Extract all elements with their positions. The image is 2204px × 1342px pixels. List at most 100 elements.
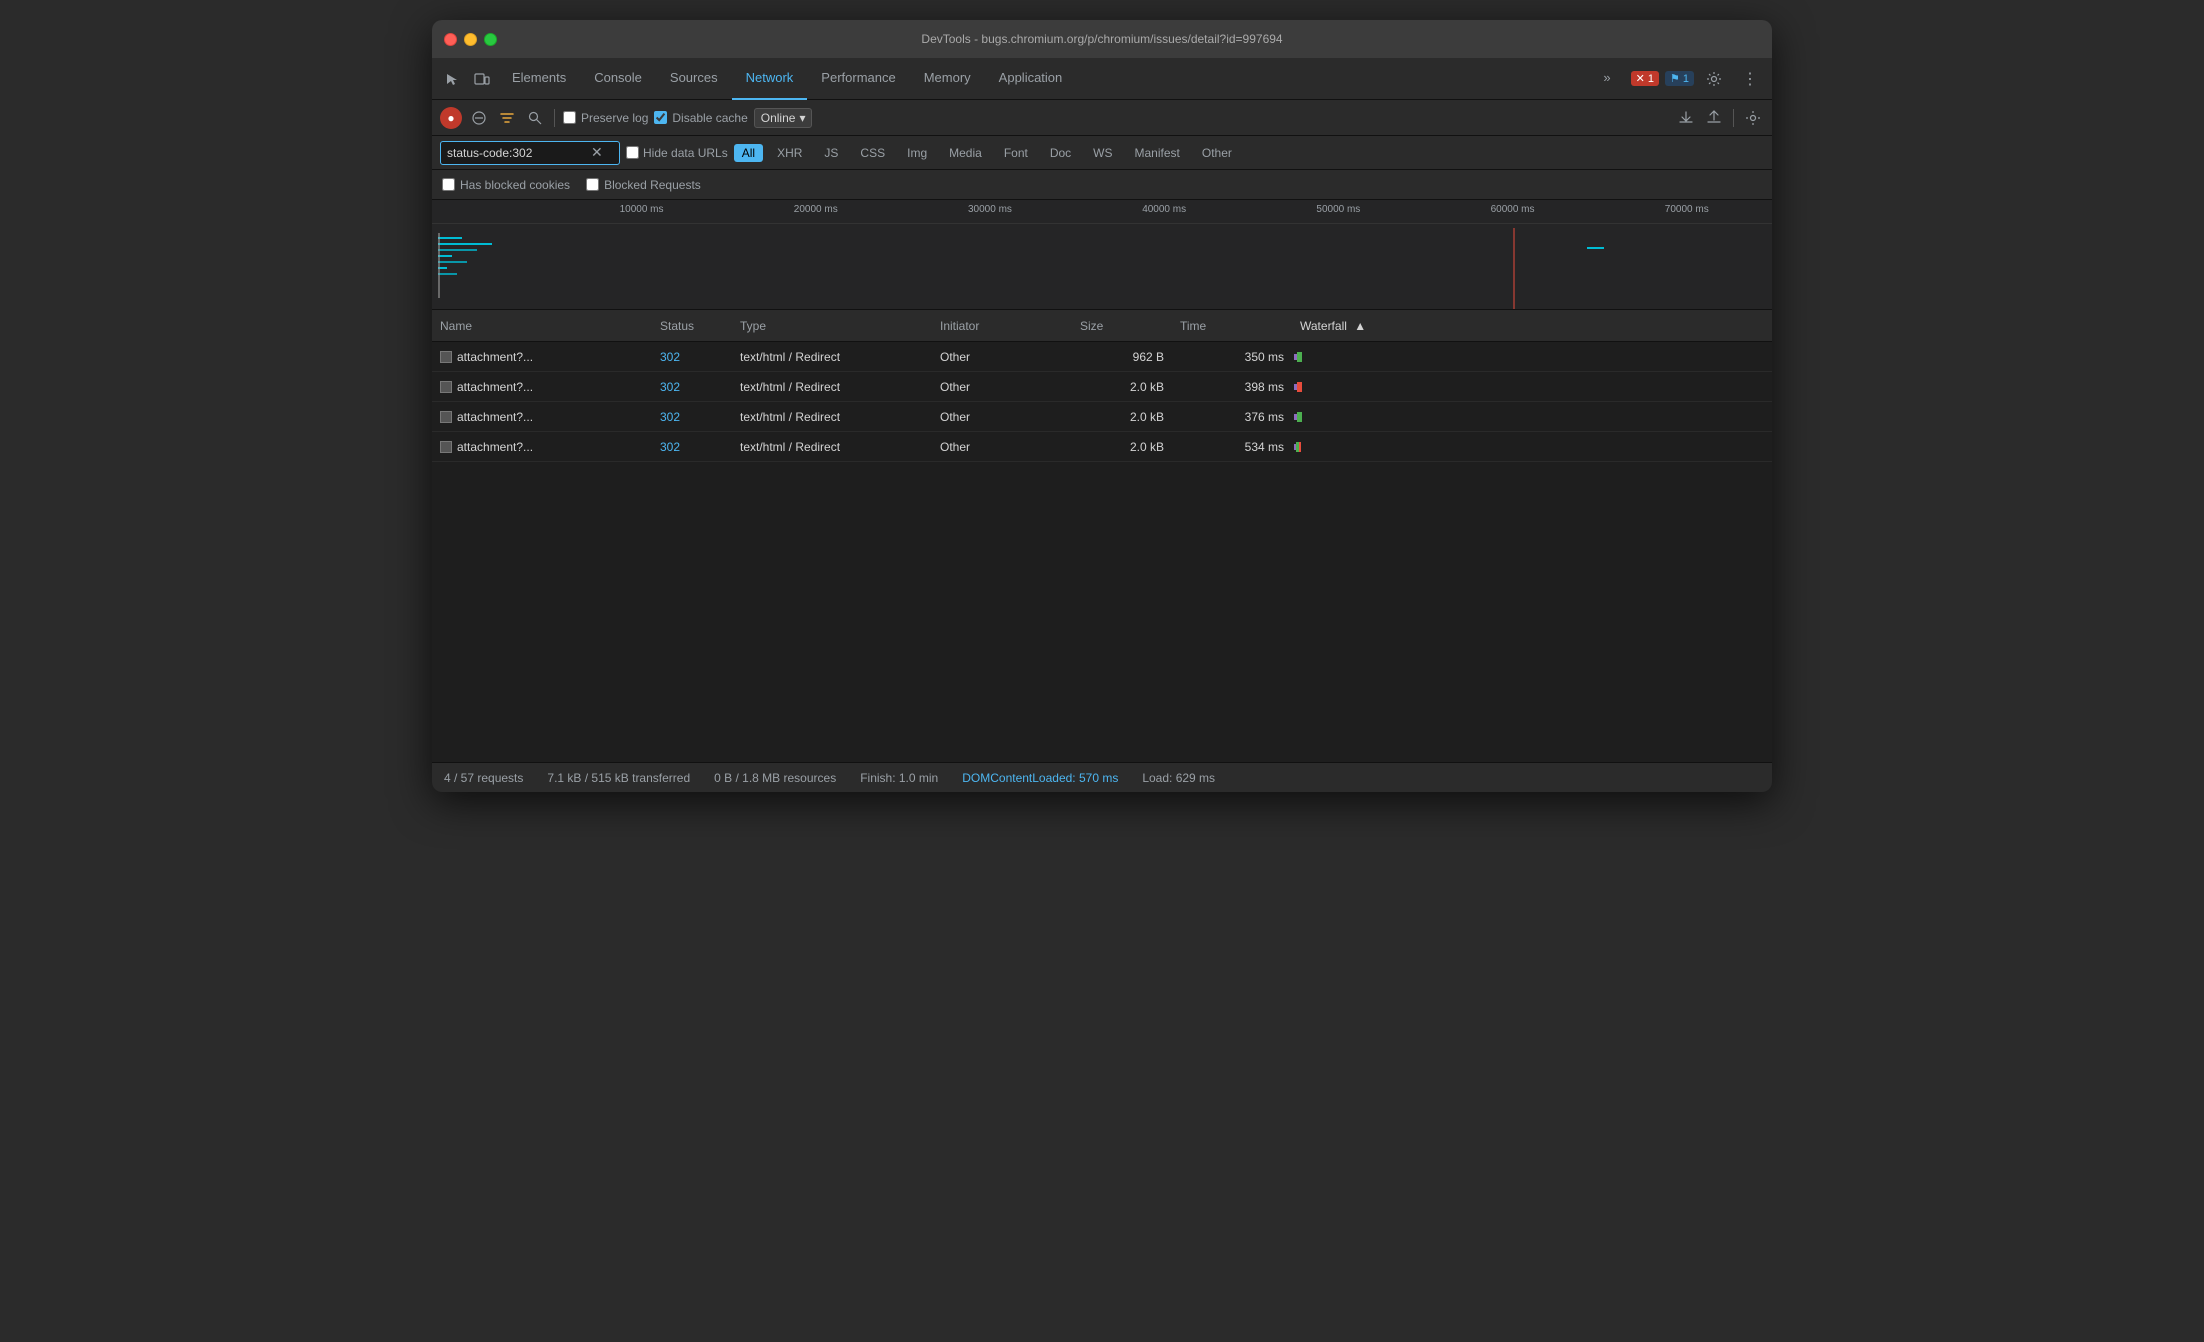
filter-doc-button[interactable]: Doc (1042, 144, 1079, 162)
tab-elements[interactable]: Elements (498, 58, 580, 100)
search-filter-wrap: ✕ (440, 141, 620, 165)
marker-70000: 70000 ms (1665, 204, 1709, 215)
cell-time-0: 350 ms (1172, 350, 1292, 364)
divider2 (1733, 109, 1734, 127)
filter-manifest-button[interactable]: Manifest (1127, 144, 1188, 162)
status-finish: Finish: 1.0 min (860, 771, 938, 785)
cell-size-0: 962 B (1072, 350, 1172, 364)
search-icon[interactable] (524, 107, 546, 129)
filter-other-button[interactable]: Other (1194, 144, 1240, 162)
waterfall-graph (432, 228, 1772, 310)
error-badge[interactable]: ✕ 1 (1631, 71, 1659, 86)
header-waterfall[interactable]: Waterfall ▲ (1292, 319, 1772, 333)
tab-more[interactable]: » (1589, 58, 1624, 100)
filter-media-button[interactable]: Media (941, 144, 990, 162)
file-icon (440, 441, 452, 453)
marker-10000: 10000 ms (620, 204, 664, 215)
table-row[interactable]: attachment?... 302 text/html / Redirect … (432, 372, 1772, 402)
has-blocked-cookies-checkbox[interactable] (442, 178, 455, 191)
warning-badge[interactable]: ⚑ 1 (1665, 71, 1694, 86)
marker-50000: 50000 ms (1316, 204, 1360, 215)
filter-font-button[interactable]: Font (996, 144, 1036, 162)
filter-xhr-button[interactable]: XHR (769, 144, 810, 162)
network-toolbar: ● Preserve log Disable cache (432, 100, 1772, 136)
network-table: Name Status Type Initiator Size Time Wat… (432, 310, 1772, 762)
header-type[interactable]: Type (732, 319, 932, 333)
maximize-button[interactable] (484, 33, 497, 46)
tab-application[interactable]: Application (985, 58, 1077, 100)
close-button[interactable] (444, 33, 457, 46)
table-row[interactable]: attachment?... 302 text/html / Redirect … (432, 342, 1772, 372)
hide-data-urls-checkbox[interactable] (626, 146, 639, 159)
file-icon (440, 351, 452, 363)
filter-all-button[interactable]: All (734, 144, 763, 162)
device-toggle-icon[interactable] (468, 65, 496, 93)
preserve-log-checkbox[interactable] (563, 111, 576, 124)
filter-clear-icon[interactable]: ✕ (591, 144, 603, 161)
tab-network[interactable]: Network (732, 58, 808, 100)
timeline-markers: 10000 ms 20000 ms 30000 ms 40000 ms 5000… (432, 200, 1772, 224)
header-name[interactable]: Name (432, 319, 652, 333)
network-settings-icon[interactable] (1742, 107, 1764, 129)
blocked-requests-label[interactable]: Blocked Requests (586, 178, 701, 192)
cell-waterfall-3 (1292, 432, 1772, 462)
table-row[interactable]: attachment?... 302 text/html / Redirect … (432, 402, 1772, 432)
preserve-log-label[interactable]: Preserve log (563, 111, 648, 125)
status-dom-content: DOMContentLoaded: 570 ms (962, 771, 1118, 785)
status-requests: 4 / 57 requests (444, 771, 523, 785)
header-time[interactable]: Time (1172, 319, 1292, 333)
tab-console[interactable]: Console (580, 58, 656, 100)
traffic-lights (444, 33, 497, 46)
import-icon[interactable] (1675, 107, 1697, 129)
clear-button[interactable] (468, 107, 490, 129)
hide-data-urls-label[interactable]: Hide data URLs (626, 146, 728, 160)
cell-time-1: 398 ms (1172, 380, 1292, 394)
tab-performance[interactable]: Performance (807, 58, 909, 100)
blocked-requests-checkbox[interactable] (586, 178, 599, 191)
record-button[interactable]: ● (440, 107, 462, 129)
cell-status-3: 302 (652, 440, 732, 454)
filter-row: ✕ Hide data URLs All XHR JS CSS Img Medi… (432, 136, 1772, 170)
cell-initiator-0: Other (932, 350, 1072, 364)
header-initiator[interactable]: Initiator (932, 319, 1072, 333)
minimize-button[interactable] (464, 33, 477, 46)
status-load: Load: 629 ms (1142, 771, 1215, 785)
filter-icon[interactable] (496, 107, 518, 129)
cell-initiator-1: Other (932, 380, 1072, 394)
filter-img-button[interactable]: Img (899, 144, 935, 162)
filter-ws-button[interactable]: WS (1085, 144, 1120, 162)
cell-status-1: 302 (652, 380, 732, 394)
filter-css-button[interactable]: CSS (852, 144, 893, 162)
more-options-icon[interactable]: ⋮ (1736, 65, 1764, 93)
marker-20000: 20000 ms (794, 204, 838, 215)
cell-waterfall-1 (1292, 372, 1772, 402)
cell-type-0: text/html / Redirect (732, 350, 932, 364)
has-blocked-cookies-label[interactable]: Has blocked cookies (442, 178, 570, 192)
cell-time-2: 376 ms (1172, 410, 1292, 424)
blocked-row: Has blocked cookies Blocked Requests (432, 170, 1772, 200)
cell-type-3: text/html / Redirect (732, 440, 932, 454)
chevron-down-icon: ▾ (799, 111, 805, 125)
disable-cache-checkbox[interactable] (654, 111, 667, 124)
cursor-icon[interactable] (438, 65, 466, 93)
devtools-tab-bar: Elements Console Sources Network Perform… (432, 58, 1772, 100)
header-status[interactable]: Status (652, 319, 732, 333)
filter-js-button[interactable]: JS (816, 144, 846, 162)
marker-60000: 60000 ms (1491, 204, 1535, 215)
export-icon[interactable] (1703, 107, 1725, 129)
disable-cache-label[interactable]: Disable cache (654, 111, 747, 125)
file-icon (440, 411, 452, 423)
tab-memory[interactable]: Memory (910, 58, 985, 100)
search-filter-input[interactable] (447, 146, 587, 160)
table-row[interactable]: attachment?... 302 text/html / Redirect … (432, 432, 1772, 462)
header-size[interactable]: Size (1072, 319, 1172, 333)
settings-icon[interactable] (1700, 65, 1728, 93)
window-title: DevTools - bugs.chromium.org/p/chromium/… (921, 32, 1282, 46)
table-header: Name Status Type Initiator Size Time Wat… (432, 310, 1772, 342)
file-icon (440, 381, 452, 393)
cell-waterfall-2 (1292, 402, 1772, 432)
tab-sources[interactable]: Sources (656, 58, 732, 100)
status-resources: 0 B / 1.8 MB resources (714, 771, 836, 785)
throttle-dropdown[interactable]: Online ▾ (754, 108, 813, 128)
cell-name-2: attachment?... (432, 410, 652, 424)
